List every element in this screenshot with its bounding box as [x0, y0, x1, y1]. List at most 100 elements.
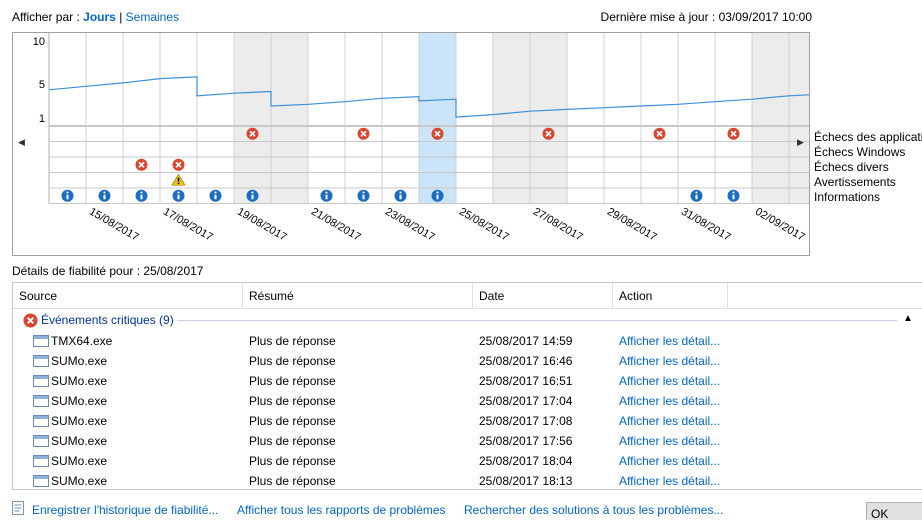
y-tick-label: 1	[39, 113, 45, 125]
legend-misc-failures: Échecs divers	[814, 160, 889, 174]
row-date: 25/08/2017 16:51	[479, 374, 573, 388]
column-date[interactable]: Date	[473, 283, 613, 309]
view-reports-link[interactable]: Afficher tous les rapports de problèmes	[237, 503, 446, 517]
view-details-link[interactable]: Afficher les détail...	[619, 434, 720, 448]
application-icon	[33, 335, 49, 347]
reliability-chart-svg: 10 5 1 15/08/2017 17/08/2017 19/08/2017 21/08/…	[33, 33, 809, 244]
info-icon-dot	[251, 191, 254, 194]
row-source-label: SUMo.exe	[51, 394, 108, 408]
chart-legend: Échecs des applications Échecs Windows É…	[814, 130, 922, 205]
x-tick-label: 21/08/2017	[309, 206, 363, 244]
day-column	[271, 33, 308, 204]
table-row[interactable]: SUMo.exe Plus de réponse 25/08/2017 17:04 A…	[13, 391, 922, 411]
view-weeks-link[interactable]: Semaines	[126, 10, 179, 24]
day-column	[752, 33, 789, 204]
warning-icon-dot	[177, 182, 180, 185]
view-details-link[interactable]: Afficher les détail...	[619, 474, 720, 488]
chart-next-arrow[interactable]: ▶	[797, 137, 804, 148]
column-action[interactable]: Action	[613, 283, 728, 309]
check-solutions-link[interactable]: Rechercher des solutions à tous les prob…	[464, 503, 723, 517]
table-row[interactable]: SUMo.exe Plus de réponse 25/08/2017 17:08 A…	[13, 411, 922, 431]
sort-ascending-icon: ^	[539, 283, 544, 286]
legend-app-failures: Échecs des applications	[814, 130, 922, 144]
application-icon	[33, 475, 49, 487]
info-icon-dot	[103, 191, 106, 194]
row-source-label: SUMo.exe	[51, 454, 108, 468]
row-summary: Plus de réponse	[249, 354, 336, 368]
info-icon-bar	[140, 194, 143, 200]
legend-windows-failures: Échecs Windows	[814, 145, 906, 159]
table-row[interactable]: SUMo.exe Plus de réponse 25/08/2017 18:13 A…	[13, 471, 922, 489]
view-details-link[interactable]: Afficher les détail...	[619, 454, 720, 468]
view-days-link[interactable]: Jours	[83, 10, 116, 24]
table-row[interactable]: SUMo.exe Plus de réponse 25/08/2017 16:51 A…	[13, 371, 922, 391]
table-row[interactable]: TMX64.exe Plus de réponse 25/08/2017 14:59…	[13, 331, 922, 351]
info-icon-bar	[732, 194, 735, 200]
info-icon-bar	[103, 194, 106, 200]
row-date: 25/08/2017 16:46	[479, 354, 573, 368]
view-by-label: Afficher par :	[12, 10, 80, 24]
legend-warnings: Avertissements	[814, 175, 896, 189]
x-tick-label: 17/08/2017	[161, 206, 215, 244]
y-tick-label: 10	[33, 36, 45, 48]
day-column	[493, 33, 530, 204]
day-column	[234, 33, 271, 204]
row-summary: Plus de réponse	[249, 454, 336, 468]
x-tick-label: 23/08/2017	[383, 206, 437, 244]
row-summary: Plus de réponse	[249, 434, 336, 448]
view-separator: |	[119, 10, 123, 24]
critical-events-group[interactable]: Événements critiques (9) ▲	[13, 310, 922, 330]
row-source: SUMo.exe	[33, 394, 107, 408]
info-icon-dot	[436, 191, 439, 194]
reliability-chart[interactable]: 10 5 1 15/08/2017 17/08/2017 19/08/2017 21/08/…	[12, 32, 810, 256]
save-history-link[interactable]: Enregistrer l'historique de fiabilité...	[32, 503, 218, 517]
application-icon	[33, 435, 49, 447]
view-details-link[interactable]: Afficher les détail...	[619, 334, 720, 348]
row-date: 25/08/2017 18:04	[479, 454, 573, 468]
row-summary: Plus de réponse	[249, 474, 336, 488]
column-source[interactable]: Source	[13, 283, 243, 309]
info-icon-bar	[399, 194, 402, 200]
row-source-label: SUMo.exe	[51, 434, 108, 448]
info-icon-dot	[399, 191, 402, 194]
table-header: Source Résumé Date Action ^	[13, 283, 922, 309]
view-details-link[interactable]: Afficher les détail...	[619, 354, 720, 368]
critical-error-icon	[23, 313, 38, 328]
info-icon-bar	[251, 194, 254, 200]
table-row[interactable]: SUMo.exe Plus de réponse 25/08/2017 16:46 A…	[13, 351, 922, 371]
info-icon-bar	[325, 194, 328, 200]
column-summary[interactable]: Résumé	[243, 283, 473, 309]
x-tick-label: 27/08/2017	[531, 206, 585, 244]
info-icon-bar	[362, 194, 365, 200]
table-row[interactable]: SUMo.exe Plus de réponse 25/08/2017 18:04 A…	[13, 451, 922, 471]
collapse-group-icon[interactable]: ▲	[903, 313, 913, 324]
details-title: Détails de fiabilité pour : 25/08/2017	[12, 264, 204, 278]
info-icon-bar	[66, 194, 69, 200]
document-icon	[12, 501, 24, 515]
chart-prev-arrow[interactable]: ◀	[18, 137, 25, 148]
info-icon-bar	[695, 194, 698, 200]
row-source: SUMo.exe	[33, 474, 107, 488]
events-table: Source Résumé Date Action ^ Événements c…	[12, 282, 922, 490]
x-tick-label: 02/09/2017	[753, 206, 807, 244]
view-details-link[interactable]: Afficher les détail...	[619, 394, 720, 408]
view-details-link[interactable]: Afficher les détail...	[619, 374, 720, 388]
info-icon-dot	[362, 191, 365, 194]
table-row[interactable]: SUMo.exe Plus de réponse 25/08/2017 17:56 A…	[13, 431, 922, 451]
group-label: Événements critiques (9)	[41, 313, 174, 327]
row-source-label: SUMo.exe	[51, 474, 108, 488]
row-date: 25/08/2017 18:13	[479, 474, 573, 488]
row-source: SUMo.exe	[33, 434, 107, 448]
ok-button[interactable]: OK	[866, 502, 922, 520]
info-icon-bar	[436, 194, 439, 200]
row-source: TMX64.exe	[33, 334, 112, 348]
row-summary: Plus de réponse	[249, 334, 336, 348]
application-icon	[33, 415, 49, 427]
x-tick-label: 19/08/2017	[235, 206, 289, 244]
row-date: 25/08/2017 14:59	[479, 334, 573, 348]
info-icon-dot	[325, 191, 328, 194]
view-details-link[interactable]: Afficher les détail...	[619, 414, 720, 428]
day-column	[530, 33, 567, 204]
info-icon-dot	[66, 191, 69, 194]
row-source: SUMo.exe	[33, 414, 107, 428]
